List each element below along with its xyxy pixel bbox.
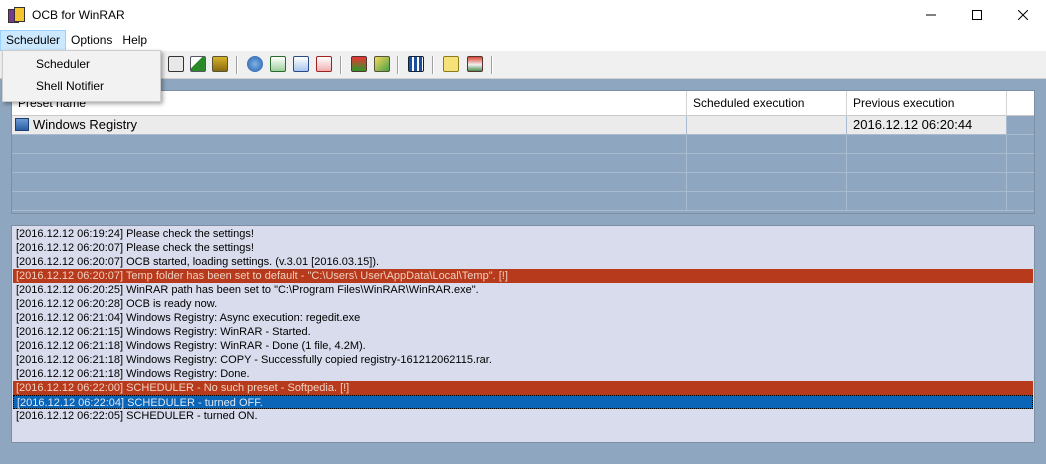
empty-cell — [12, 173, 687, 191]
menu-item-shell-notifier[interactable]: Shell Notifier — [3, 75, 160, 97]
menu-options[interactable]: Options — [66, 30, 117, 51]
empty-cell — [687, 135, 847, 153]
empty-cell — [847, 154, 1007, 172]
log-line[interactable]: [2016.12.12 06:19:24] Please check the s… — [13, 227, 1033, 241]
log-line[interactable]: [2016.12.12 06:20:28] OCB is ready now. — [13, 297, 1033, 311]
log-line[interactable]: [2016.12.12 06:22:05] SCHEDULER - turned… — [13, 409, 1033, 423]
toolbar-separator — [432, 56, 434, 74]
table-row[interactable]: Windows Registry 2016.12.12 06:20:44 — [12, 116, 1034, 135]
close-icon — [1018, 10, 1028, 20]
preset-list-icon[interactable] — [168, 56, 184, 72]
empty-cell — [12, 135, 687, 153]
close-button[interactable] — [1000, 0, 1046, 30]
log-line[interactable]: [2016.12.12 06:20:07] Please check the s… — [13, 241, 1033, 255]
table-row — [12, 135, 1034, 154]
table-row — [12, 192, 1034, 211]
log-panel[interactable]: [2016.12.12 06:19:24] Please check the s… — [11, 225, 1035, 443]
export-icon[interactable] — [293, 56, 309, 72]
log-line[interactable]: [2016.12.12 06:21:18] Windows Registry: … — [13, 367, 1033, 381]
help-icon[interactable] — [443, 56, 459, 72]
log-line[interactable]: [2016.12.12 06:20:25] WinRAR path has be… — [13, 283, 1033, 297]
empty-cell — [847, 192, 1007, 210]
menu-item-scheduler[interactable]: Scheduler — [3, 53, 160, 75]
column-header-scheduled-execution[interactable]: Scheduled execution — [687, 91, 847, 116]
preset-grid: Preset name Scheduled execution Previous… — [11, 90, 1035, 214]
title-bar: OCB for WinRAR — [0, 0, 1046, 31]
empty-cell — [847, 135, 1007, 153]
log-line-error[interactable]: [2016.12.12 06:22:00] SCHEDULER - No suc… — [13, 381, 1033, 395]
toolbar-separator — [491, 56, 493, 74]
log-line-error[interactable]: [2016.12.12 06:20:07] Temp folder has be… — [13, 269, 1033, 283]
log-line[interactable]: [2016.12.12 06:21:04] Windows Registry: … — [13, 311, 1033, 325]
empty-cell — [687, 173, 847, 191]
home-icon[interactable] — [467, 56, 483, 72]
menu-bar: Scheduler Options Help — [0, 30, 1046, 51]
toolbar-separator — [340, 56, 342, 74]
maximize-button[interactable] — [954, 0, 1000, 30]
app-icon — [8, 7, 25, 23]
column-header-previous-execution[interactable]: Previous execution — [847, 91, 1007, 116]
empty-cell — [687, 154, 847, 172]
edit-icon[interactable] — [374, 56, 390, 72]
open-folder-icon[interactable] — [247, 56, 263, 72]
empty-cell — [12, 192, 687, 210]
import-icon[interactable] — [270, 56, 286, 72]
chart-icon[interactable] — [190, 56, 206, 72]
window-title: OCB for WinRAR — [32, 8, 125, 22]
log-line[interactable]: [2016.12.12 06:21:18] Windows Registry: … — [13, 339, 1033, 353]
columns-icon[interactable] — [408, 56, 424, 72]
toolbar-separator — [236, 56, 238, 74]
scheduled-execution-cell — [687, 116, 847, 134]
home-up-icon[interactable] — [351, 56, 367, 72]
transfer-icon[interactable] — [212, 56, 228, 72]
log-line[interactable]: [2016.12.12 06:20:07] OCB started, loadi… — [13, 255, 1033, 269]
log-line[interactable]: [2016.12.12 06:21:18] Windows Registry: … — [13, 353, 1033, 367]
empty-cell — [12, 154, 687, 172]
previous-execution-cell: 2016.12.12 06:20:44 — [847, 116, 1007, 134]
empty-cell — [847, 173, 1007, 191]
maximize-icon — [972, 10, 982, 20]
minimize-icon — [926, 14, 936, 16]
scheduler-dropdown-menu: Scheduler Shell Notifier — [2, 50, 161, 102]
minimize-button[interactable] — [908, 0, 954, 30]
menu-scheduler[interactable]: Scheduler — [0, 30, 67, 51]
window-controls — [908, 0, 1046, 30]
log-line-selected[interactable]: [2016.12.12 06:22:04] SCHEDULER - turned… — [13, 395, 1033, 409]
table-row — [12, 173, 1034, 192]
registry-icon — [15, 118, 29, 131]
delete-icon[interactable] — [316, 56, 332, 72]
preset-name-cell: Windows Registry — [12, 116, 687, 134]
grid-header: Preset name Scheduled execution Previous… — [12, 91, 1034, 116]
toolbar-separator — [397, 56, 399, 74]
empty-cell — [687, 192, 847, 210]
menu-help[interactable]: Help — [117, 30, 152, 51]
table-row — [12, 154, 1034, 173]
preset-name: Windows Registry — [33, 117, 138, 132]
log-line[interactable]: [2016.12.12 06:21:15] Windows Registry: … — [13, 325, 1033, 339]
